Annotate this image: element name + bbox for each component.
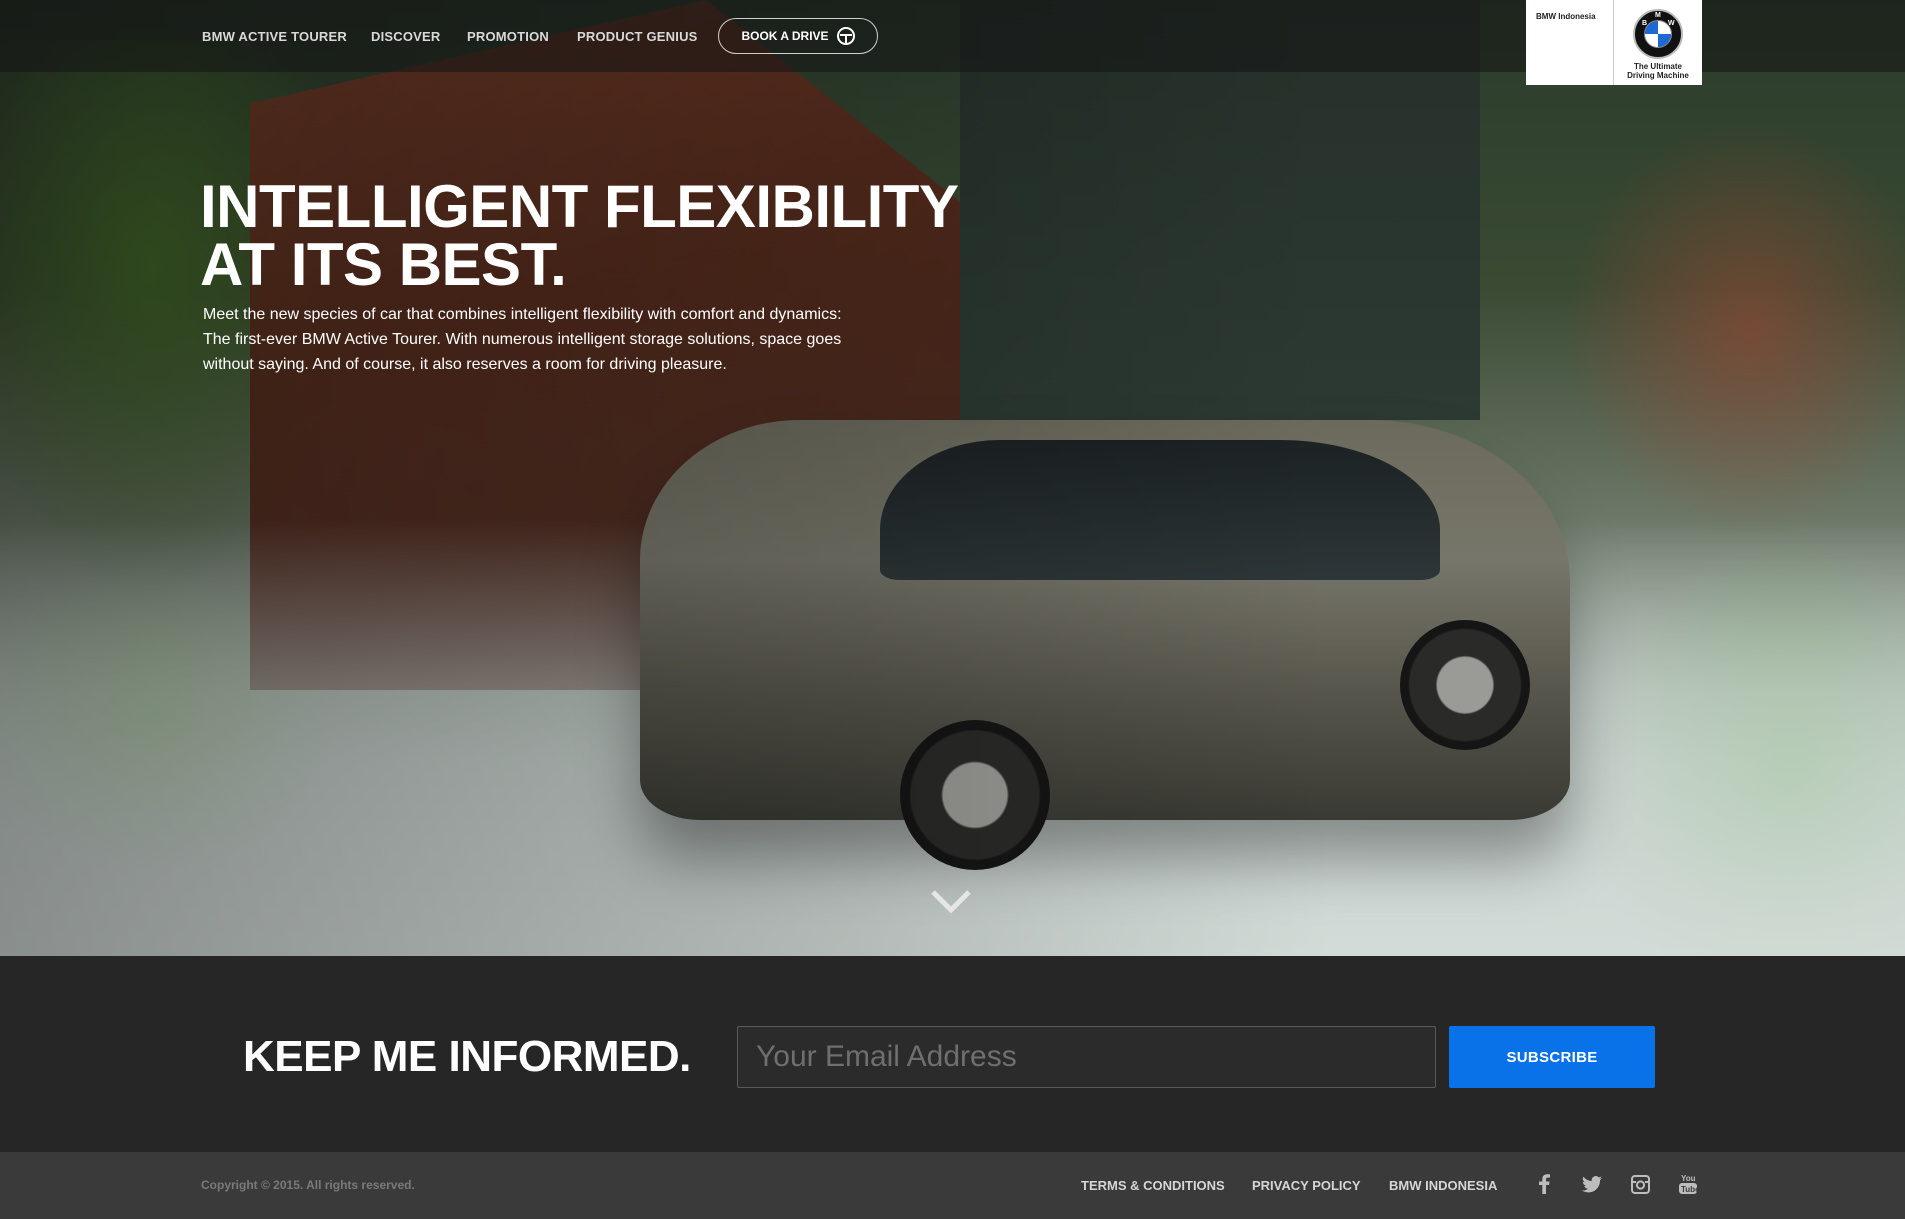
hero-headline: INTELLIGENT FLEXIBILITY AT ITS BEST. <box>200 173 1020 298</box>
nav-item-discover[interactable]: DISCOVER <box>371 29 441 44</box>
scroll-down-chevron-icon[interactable] <box>930 888 972 914</box>
footer: Copyright © 2015. All rights reserved. T… <box>0 1152 1905 1219</box>
tagline-line-2: Driving Machine <box>1627 71 1689 80</box>
book-a-drive-button[interactable]: BOOK A DRIVE <box>718 18 878 54</box>
svg-text:Tube: Tube <box>1681 1185 1698 1194</box>
hero-intro-text: Meet the new species of car that combine… <box>203 306 842 373</box>
nav-item-product-genius[interactable]: PRODUCT GENIUS <box>577 29 698 44</box>
subscribe-button[interactable]: SUBSCRIBE <box>1449 1026 1655 1088</box>
bmw-roundel-icon: B M W <box>1633 9 1683 59</box>
footer-link-privacy[interactable]: PRIVACY POLICY <box>1252 1178 1361 1193</box>
roundel-letter-m: M <box>1655 12 1661 19</box>
newsletter-title: KEEP ME INFORMED. <box>243 1032 691 1081</box>
svg-text:You: You <box>1681 1174 1696 1183</box>
nav-item-promotion[interactable]: PROMOTION <box>467 29 549 44</box>
book-a-drive-label: BOOK A DRIVE <box>741 29 829 43</box>
headline-line-1: INTELLIGENT FLEXIBILITY <box>200 173 959 240</box>
twitter-icon[interactable] <box>1580 1172 1604 1196</box>
tagline-line-1: The Ultimate <box>1633 62 1682 71</box>
logo-emblem: B M W The Ultimate Driving Machine <box>1614 0 1702 85</box>
brand-text: BMW Indonesia <box>1526 0 1614 85</box>
youtube-icon[interactable]: You Tube <box>1676 1172 1700 1196</box>
hero-overlay <box>0 0 1905 956</box>
hero-banner: INTELLIGENT FLEXIBILITY AT ITS BEST. Mee… <box>0 0 1905 956</box>
newsletter-section: KEEP ME INFORMED. SUBSCRIBE <box>0 956 1905 1152</box>
bmw-logo[interactable]: BMW Indonesia B M W The Ultimate Driving… <box>1526 0 1702 85</box>
email-input[interactable] <box>737 1026 1436 1088</box>
facebook-icon[interactable] <box>1532 1172 1556 1196</box>
footer-link-terms[interactable]: TERMS & CONDITIONS <box>1081 1178 1225 1193</box>
nav-item-bmw-active-tourer[interactable]: BMW ACTIVE TOURER <box>202 29 347 44</box>
copyright-text: Copyright © 2015. All rights reserved. <box>201 1178 415 1192</box>
footer-link-bmw-indonesia[interactable]: BMW INDONESIA <box>1389 1178 1497 1193</box>
instagram-icon[interactable] <box>1628 1172 1652 1196</box>
steering-wheel-icon <box>836 27 855 45</box>
logo-tagline: The Ultimate Driving Machine <box>1627 62 1689 80</box>
headline-line-2: AT ITS BEST. <box>200 231 567 298</box>
